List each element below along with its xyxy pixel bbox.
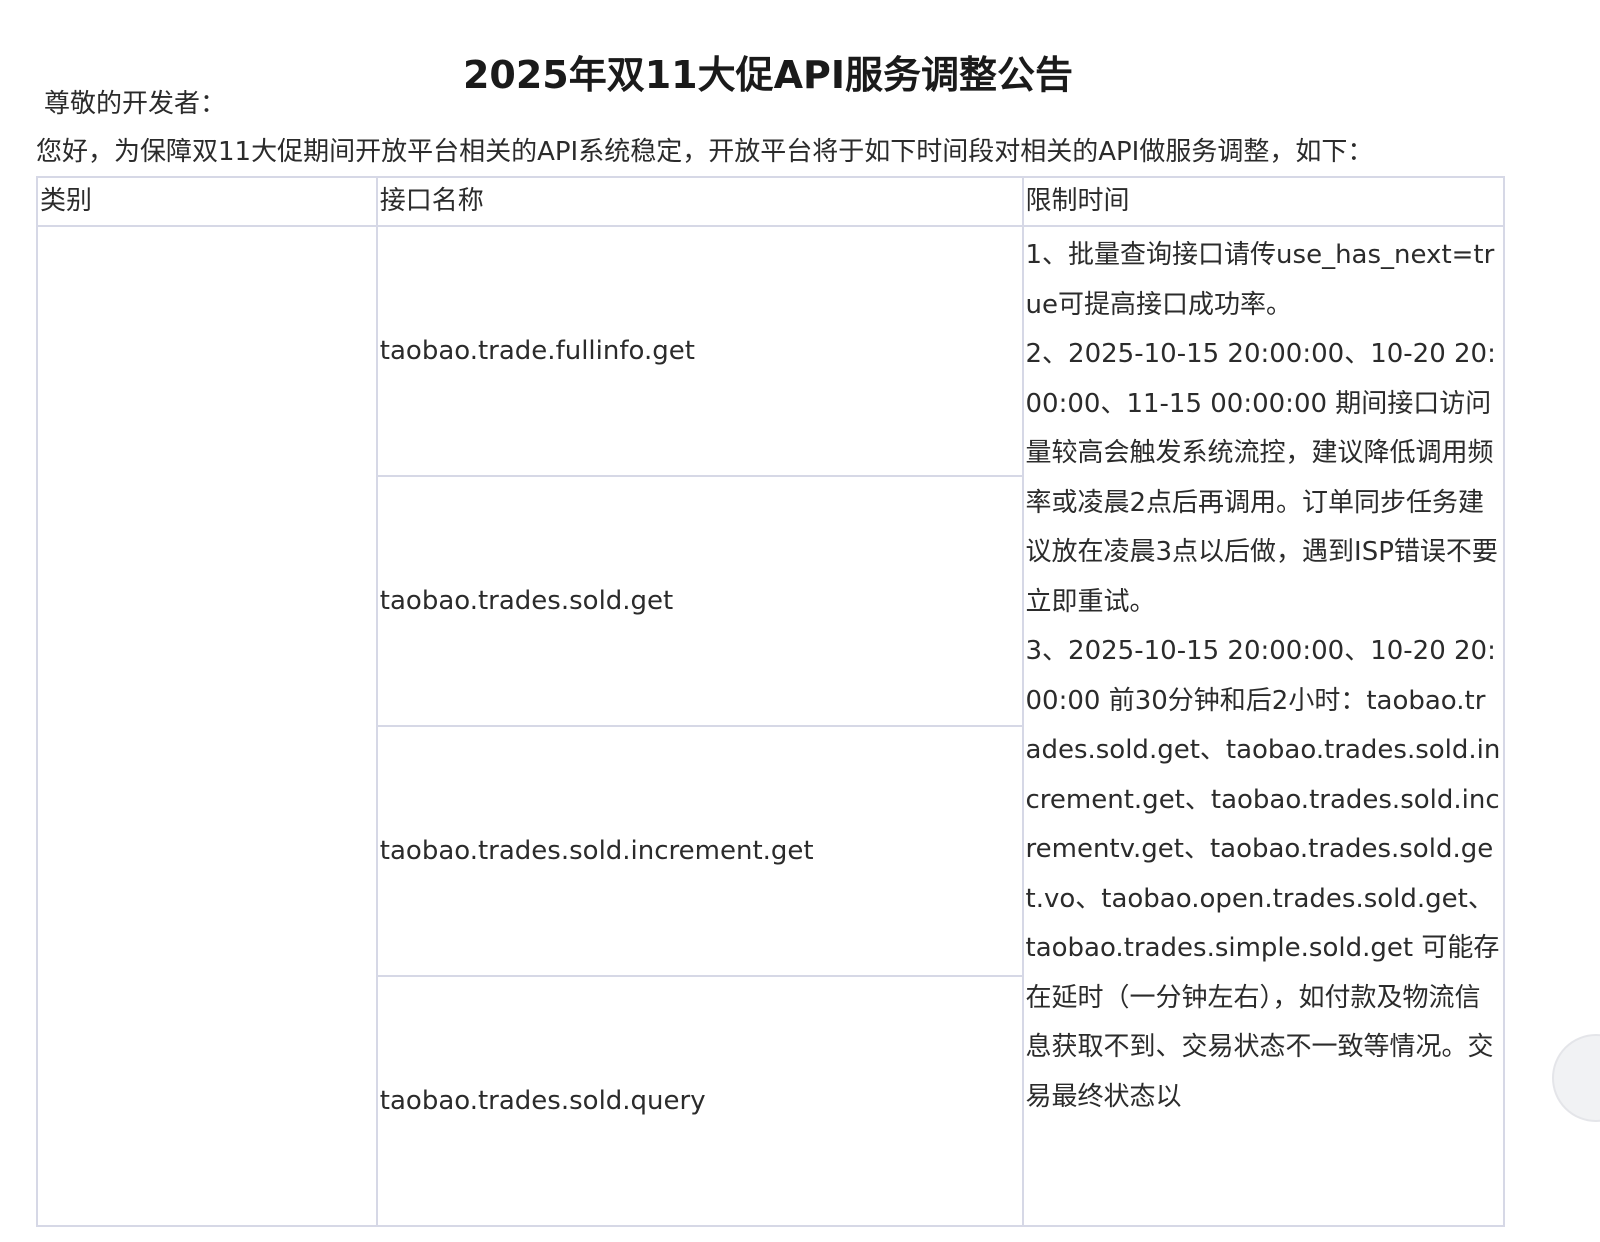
api-name-cell: taobao.trades.sold.query — [375, 975, 1024, 1227]
api-name-cell: taobao.trades.sold.get — [375, 475, 1024, 727]
api-name-cell: taobao.trade.fullinfo.get — [375, 225, 1024, 477]
header-limit-time: 限制时间 — [1021, 176, 1506, 227]
header-api-name: 接口名称 — [375, 176, 1024, 227]
table-row: taobao.trade.fullinfo.get 1、批量查询接口请传use_… — [36, 225, 1506, 1227]
table-header-row: 类别 接口名称 限制时间 — [36, 176, 1506, 227]
greeting-text: 尊敬的开发者： — [44, 89, 227, 119]
limit-note-2: 2、2025-10-15 20:00:00、10-20 20:00:00、11-… — [1025, 339, 1498, 617]
intro-paragraph: 您好，为保障双11大促期间开放平台相关的API系统稳定，开放平台将于如下时间段对… — [36, 137, 1374, 167]
page-title: 2025年双11大促API服务调整公告 — [462, 53, 1074, 98]
header-category: 类别 — [36, 176, 378, 227]
api-name-cell: taobao.trades.sold.increment.get — [375, 725, 1024, 977]
floating-scroll-button[interactable] — [1552, 1034, 1600, 1122]
limit-note-3: 3、2025-10-15 20:00:00、10-20 20:00:00 前30… — [1025, 636, 1501, 1112]
limit-note-1: 1、批量查询接口请传use_has_next=true可提高接口成功率。 — [1025, 240, 1495, 320]
api-limit-table: 类别 接口名称 限制时间 taobao.trade.fullinfo.get 1… — [36, 176, 1506, 1227]
category-cell — [36, 225, 378, 1227]
limit-time-cell: 1、批量查询接口请传use_has_next=true可提高接口成功率。 2、2… — [1021, 225, 1506, 1227]
